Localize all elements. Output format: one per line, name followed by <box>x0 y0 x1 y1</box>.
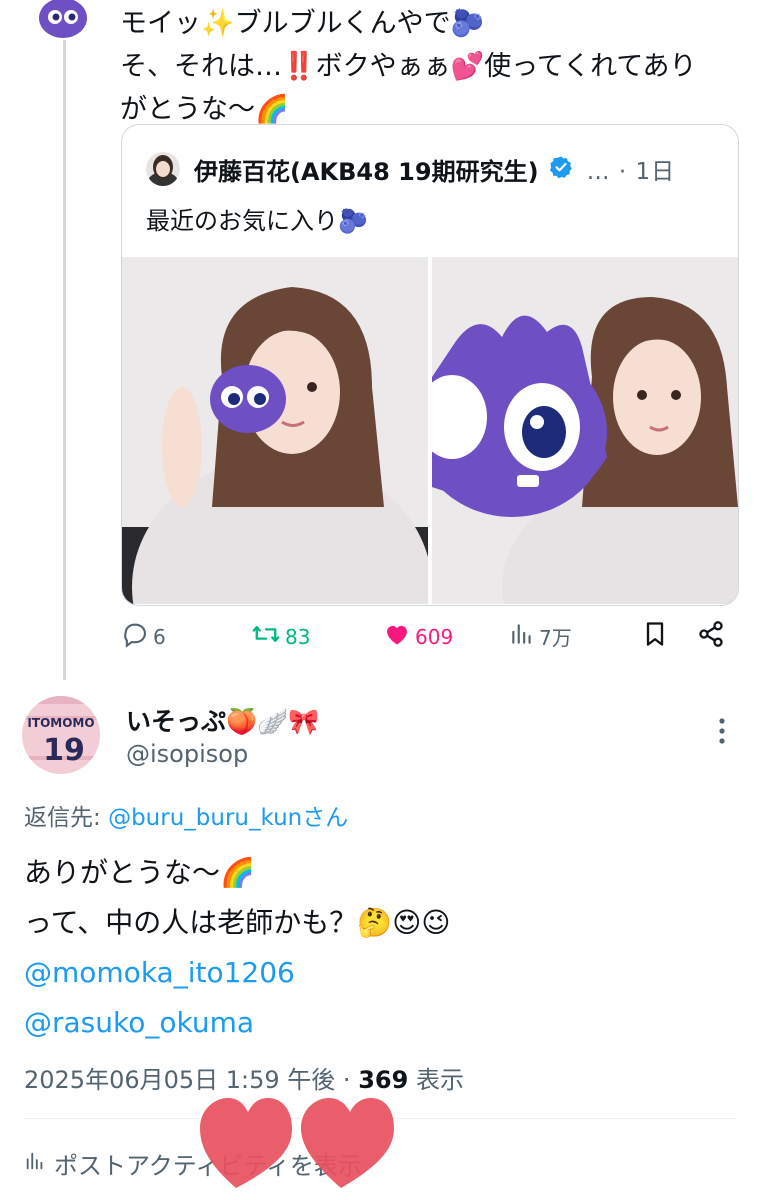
share-icon <box>697 620 729 653</box>
like-count: 609 <box>415 624 454 649</box>
view-suffix: 表示 <box>408 1066 464 1094</box>
mascot-avatar-icon[interactable] <box>37 0 89 38</box>
mention-link[interactable]: @rasuko_okuma <box>24 998 450 1048</box>
reply-tweet-text: ありがとうな〜🌈 って、中の人は老師かも？🤔😍😉 @momoka_ito1206… <box>24 848 450 1048</box>
parent-tweet-line: モイッ✨ブルブルくんやで🫐 <box>120 8 485 39</box>
analytics-icon <box>24 1149 46 1179</box>
quoted-tweet-card[interactable]: 伊藤百花(AKB48 19期研究生) … · 1日 最近のお気に入り🫐 <box>121 124 739 606</box>
reply-to-label: 返信先: <box>24 805 109 831</box>
reply-line-2: って、中の人は老師かも？🤔😍😉 <box>24 906 451 939</box>
reply-display-name[interactable]: いそっぷ🍑🪽🎀 <box>126 702 319 738</box>
quote-photo-1[interactable] <box>122 257 428 604</box>
avatar-jersey-number: 19 <box>43 733 85 768</box>
reply-line-1: ありがとうな〜🌈 <box>24 856 255 889</box>
more-icon[interactable] <box>712 716 732 750</box>
view-count: 369 <box>358 1066 409 1094</box>
timestamp-text[interactable]: 2025年06月05日 1:59 午後 · <box>24 1066 358 1094</box>
views-count: 7万 <box>539 626 572 650</box>
parent-tweet-line: そ、それは…‼️ボクやぁぁ💕使ってくれてあり <box>120 51 697 82</box>
quote-author-name[interactable]: 伊藤百花(AKB48 19期研究生) <box>194 152 539 187</box>
repost-button[interactable]: 83 <box>251 620 310 653</box>
views-button[interactable]: 7万 <box>509 620 572 653</box>
share-button[interactable] <box>697 620 729 653</box>
quote-photo-2[interactable] <box>432 257 738 604</box>
like-button[interactable]: 609 <box>383 620 453 653</box>
bookmark-icon <box>641 620 673 653</box>
reply-icon <box>121 620 153 653</box>
verified-badge-icon <box>549 155 573 183</box>
reply-to-line: 返信先: @buru_buru_kunさん <box>24 798 348 832</box>
tweet-action-bar: 6 83 609 7万 <box>121 620 737 660</box>
tweet-timestamp: 2025年06月05日 1:59 午後 · 369 表示 <box>24 1060 464 1095</box>
heart-icon <box>383 620 415 653</box>
repost-count: 83 <box>285 624 311 649</box>
repost-icon <box>251 620 285 653</box>
views-icon <box>509 620 539 653</box>
reply-to-handle[interactable]: @buru_buru_kunさん <box>108 805 348 831</box>
parent-tweet-text: モイッ✨ブルブルくんやで🫐 そ、それは…‼️ボクやぁぁ💕使ってくれてあり がとう… <box>120 2 750 131</box>
bookmark-button[interactable] <box>641 620 673 653</box>
quote-header: 伊藤百花(AKB48 19期研究生) … · 1日 <box>146 149 675 189</box>
reply-author-avatar[interactable]: ITOMOMO 19 <box>22 696 100 774</box>
quote-meta: … · 1日 <box>586 159 676 185</box>
thread-line <box>63 40 66 680</box>
avatar-jersey-text: ITOMOMO <box>27 716 94 730</box>
reply-count: 6 <box>153 624 166 649</box>
reply-handle[interactable]: @isopisop <box>126 740 248 768</box>
mention-link[interactable]: @momoka_ito1206 <box>24 948 450 998</box>
decorative-hearts-sticker <box>196 1092 396 1196</box>
reply-button[interactable]: 6 <box>121 620 166 653</box>
quote-text: 最近のお気に入り🫐 <box>146 207 368 235</box>
quote-author-avatar[interactable] <box>146 152 180 186</box>
